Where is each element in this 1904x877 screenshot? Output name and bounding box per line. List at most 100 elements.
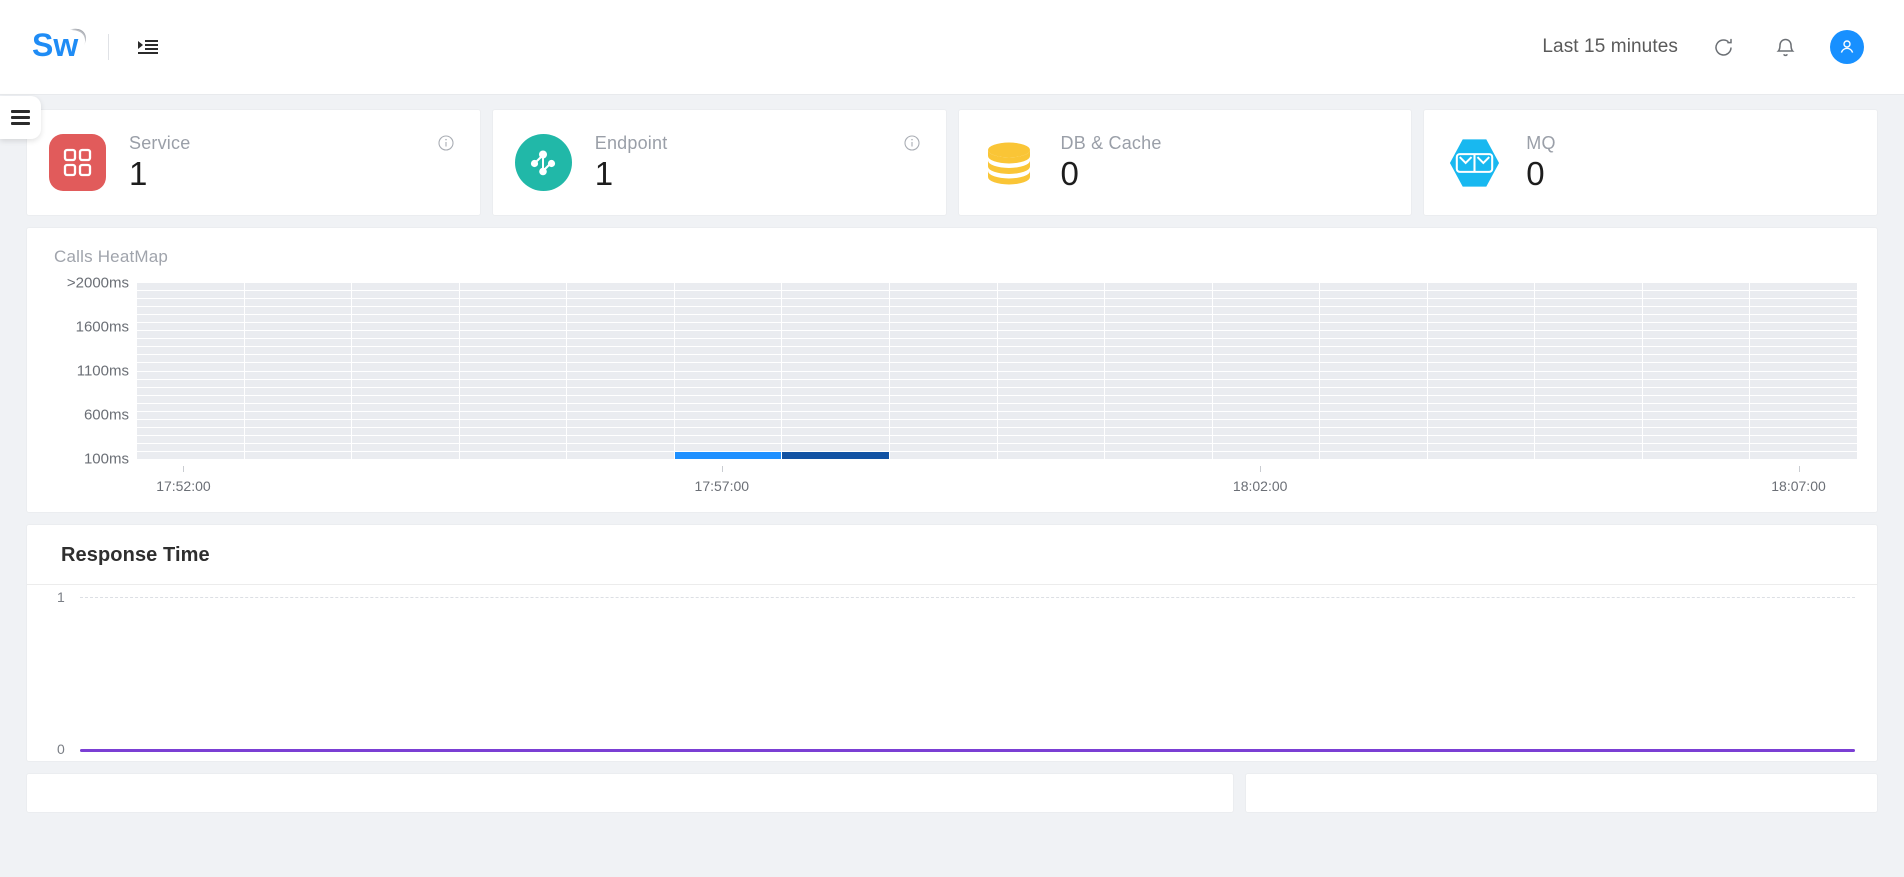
heatmap-cell[interactable] — [997, 387, 1105, 395]
heatmap-cell[interactable] — [1320, 379, 1427, 387]
heatmap-cell[interactable] — [459, 307, 567, 315]
heatmap-cell[interactable] — [244, 299, 352, 307]
heatmap-cell[interactable] — [674, 307, 782, 315]
heatmap-cell[interactable] — [997, 371, 1105, 379]
heatmap-cell[interactable] — [1427, 379, 1535, 387]
heatmap-cell[interactable] — [1750, 283, 1857, 291]
heatmap-cell[interactable] — [137, 347, 244, 355]
heatmap-cell[interactable] — [459, 443, 567, 451]
heatmap-cell[interactable] — [889, 339, 997, 347]
heatmap-cell[interactable] — [1642, 363, 1750, 371]
heatmap-cell[interactable] — [1750, 355, 1857, 363]
metric-card-endpoint[interactable]: Endpoint 1 — [491, 109, 947, 216]
heatmap-cell[interactable] — [1320, 347, 1427, 355]
heatmap-cell[interactable] — [459, 355, 567, 363]
heatmap-cell[interactable] — [1427, 355, 1535, 363]
metric-card-service[interactable]: Service 1 — [26, 109, 481, 216]
heatmap-cell[interactable] — [674, 435, 782, 443]
heatmap-cell[interactable] — [352, 323, 459, 331]
heatmap-cell[interactable] — [567, 331, 674, 339]
heatmap-cell[interactable] — [1320, 315, 1427, 323]
heatmap-cell[interactable] — [137, 307, 244, 315]
heatmap-cell[interactable] — [1535, 451, 1642, 460]
heatmap-cell[interactable] — [1750, 411, 1857, 419]
heatmap-cell[interactable] — [674, 315, 782, 323]
heatmap-cell[interactable] — [244, 371, 352, 379]
heatmap-cell[interactable] — [1642, 299, 1750, 307]
heatmap-cell[interactable] — [1105, 299, 1212, 307]
heatmap-cell[interactable] — [782, 443, 889, 451]
metric-card-db-cache[interactable]: DB & Cache 0 — [957, 109, 1413, 216]
heatmap-cell[interactable] — [244, 363, 352, 371]
heatmap-cell[interactable] — [567, 307, 674, 315]
heatmap-cell[interactable] — [1535, 315, 1642, 323]
heatmap-cell[interactable] — [1212, 355, 1320, 363]
heatmap-cell[interactable] — [459, 411, 567, 419]
heatmap-cell[interactable] — [1750, 371, 1857, 379]
heatmap-cell[interactable] — [889, 427, 997, 435]
heatmap-cell[interactable] — [567, 355, 674, 363]
heatmap-cell[interactable] — [1427, 371, 1535, 379]
heatmap-cell[interactable] — [1105, 435, 1212, 443]
heatmap-cell[interactable] — [137, 331, 244, 339]
heatmap-cell[interactable] — [459, 363, 567, 371]
heatmap-cell[interactable] — [352, 379, 459, 387]
heatmap-cell[interactable] — [1642, 283, 1750, 291]
heatmap-cell[interactable] — [1427, 387, 1535, 395]
heatmap-cell[interactable] — [1320, 299, 1427, 307]
heatmap-cell[interactable] — [1427, 315, 1535, 323]
heatmap-cell[interactable] — [137, 411, 244, 419]
heatmap-cell[interactable] — [782, 427, 889, 435]
heatmap-cell[interactable] — [1212, 315, 1320, 323]
heatmap-cell[interactable] — [1320, 435, 1427, 443]
heatmap-cell[interactable] — [889, 307, 997, 315]
heatmap-cell[interactable] — [782, 411, 889, 419]
heatmap-cell[interactable] — [459, 435, 567, 443]
heatmap-cell[interactable] — [1535, 427, 1642, 435]
heatmap-cell[interactable] — [567, 435, 674, 443]
heatmap-cell[interactable] — [1642, 323, 1750, 331]
heatmap-cell[interactable] — [1535, 387, 1642, 395]
heatmap-cell[interactable] — [1427, 307, 1535, 315]
heatmap-cell[interactable] — [674, 443, 782, 451]
heatmap-cell[interactable] — [674, 403, 782, 411]
heatmap-cell[interactable] — [567, 299, 674, 307]
heatmap-cell[interactable] — [137, 443, 244, 451]
info-icon[interactable] — [438, 135, 454, 156]
heatmap-cell[interactable] — [567, 427, 674, 435]
user-avatar-icon[interactable] — [1830, 30, 1864, 64]
heatmap-cell[interactable] — [352, 387, 459, 395]
heatmap-cell[interactable] — [244, 427, 352, 435]
heatmap-cell[interactable] — [1642, 291, 1750, 299]
heatmap-cell[interactable] — [567, 379, 674, 387]
heatmap-cell[interactable] — [1105, 315, 1212, 323]
heatmap-cell[interactable] — [244, 411, 352, 419]
heatmap-cell[interactable] — [1535, 411, 1642, 419]
heatmap-cell[interactable] — [1320, 443, 1427, 451]
heatmap-cell[interactable] — [889, 299, 997, 307]
heatmap-cell[interactable] — [1320, 419, 1427, 427]
heatmap-cell[interactable] — [997, 427, 1105, 435]
metric-card-mq[interactable]: MQ 0 — [1423, 109, 1878, 216]
heatmap-cell[interactable] — [1750, 307, 1857, 315]
heatmap-cell[interactable] — [352, 347, 459, 355]
heatmap-cell[interactable] — [1320, 403, 1427, 411]
heatmap-cell[interactable] — [889, 331, 997, 339]
heatmap-cell[interactable] — [244, 331, 352, 339]
heatmap-cell[interactable] — [674, 363, 782, 371]
heatmap-cell[interactable] — [1320, 363, 1427, 371]
heatmap-cell[interactable] — [997, 299, 1105, 307]
heatmap-cell[interactable] — [244, 339, 352, 347]
heatmap-cell[interactable] — [1750, 323, 1857, 331]
heatmap-cell[interactable] — [352, 307, 459, 315]
heatmap-cell[interactable] — [674, 331, 782, 339]
heatmap-cell[interactable] — [1427, 299, 1535, 307]
heatmap-cell[interactable] — [352, 419, 459, 427]
heatmap-cell[interactable] — [137, 451, 244, 460]
heatmap-cell[interactable] — [244, 435, 352, 443]
heatmap-cell[interactable] — [889, 411, 997, 419]
heatmap-cell[interactable] — [1535, 347, 1642, 355]
heatmap-cell[interactable] — [997, 355, 1105, 363]
heatmap-cell[interactable] — [352, 315, 459, 323]
heatmap-cell[interactable] — [459, 315, 567, 323]
